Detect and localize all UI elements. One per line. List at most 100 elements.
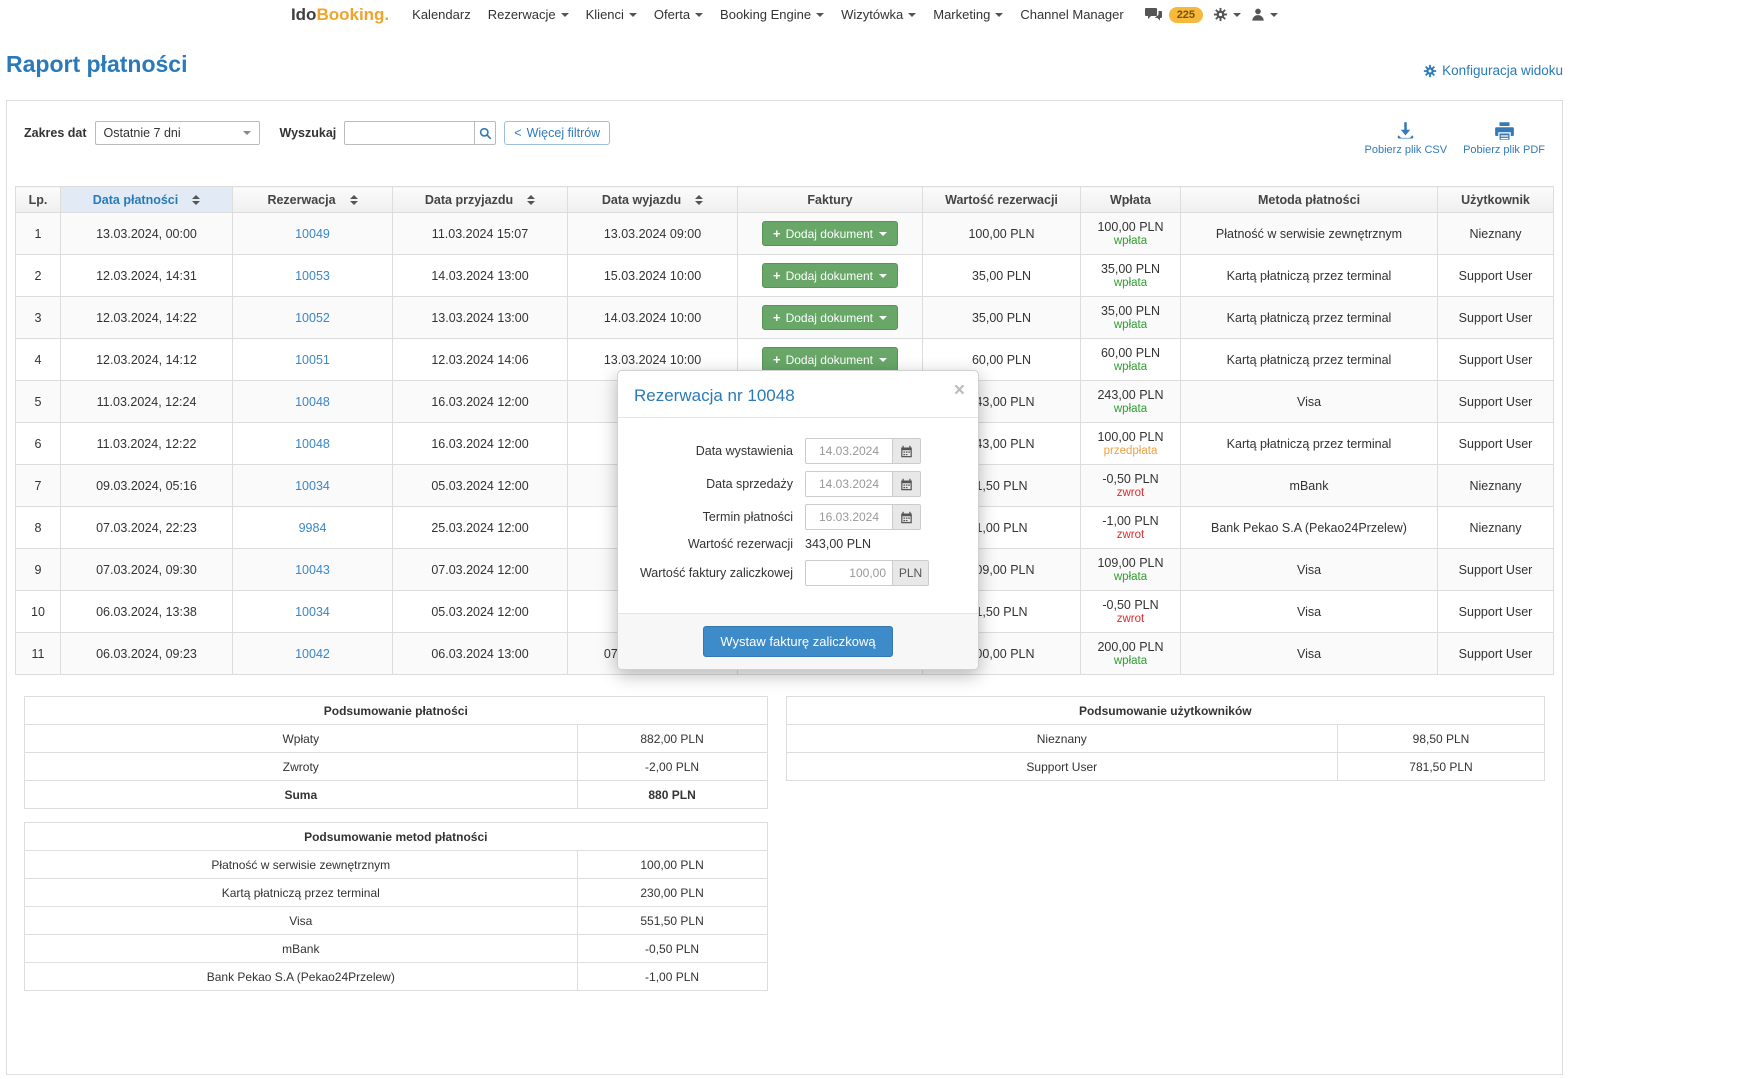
payment-method-cell: Bank Pekao S.A (Pekao24Przelew) xyxy=(1181,507,1438,549)
calendar-icon[interactable] xyxy=(893,504,921,530)
summary-value: 781,50 PLN xyxy=(1338,753,1545,781)
calendar-icon[interactable] xyxy=(893,471,921,497)
sale-date-input[interactable] xyxy=(805,471,893,497)
payment-amount: 35,00 PLN xyxy=(1081,304,1180,318)
table-row: 212.03.2024, 14:311005314.03.2024 13:001… xyxy=(16,255,1554,297)
print-pdf-button[interactable]: Pobierz plik PDF xyxy=(1463,121,1545,156)
payment-status: wpłata xyxy=(1081,319,1180,331)
sort-icon xyxy=(192,195,200,205)
departure-date-cell: 15.03.2024 10:00 xyxy=(568,255,738,297)
nav-item-marketing[interactable]: Marketing xyxy=(933,7,1003,22)
payment-method-cell: Płatność w serwisie zewnętrznym xyxy=(1181,213,1438,255)
payment-cell: 200,00 PLNwpłata xyxy=(1081,633,1181,675)
payment-method-cell: mBank xyxy=(1181,465,1438,507)
sort-icon xyxy=(695,195,703,205)
app-logo[interactable]: IdoBooking. xyxy=(291,5,389,25)
plus-icon: + xyxy=(773,226,781,241)
search-button[interactable] xyxy=(474,121,496,145)
settings-menu[interactable] xyxy=(1213,7,1241,22)
user-cell: Support User xyxy=(1438,339,1554,381)
nav-item-wizytówka[interactable]: Wizytówka xyxy=(841,7,916,22)
arrival-date-cell: 12.03.2024 14:06 xyxy=(393,339,568,381)
add-document-button[interactable]: +Dodaj dokument xyxy=(762,305,898,330)
payment-status: wpłata xyxy=(1081,571,1180,583)
download-csv-button[interactable]: Pobierz plik CSV xyxy=(1365,121,1448,156)
payment-cell: -0,50 PLNzwrot xyxy=(1081,591,1181,633)
payment-status: zwrot xyxy=(1081,613,1180,625)
reservation-cell: 10049 xyxy=(233,213,393,255)
row-number-cell: 7 xyxy=(16,465,61,507)
payment-method-cell: Visa xyxy=(1181,381,1438,423)
view-configuration-link[interactable]: Konfiguracja widoku xyxy=(1423,63,1563,78)
reservation-value-cell: 35,00 PLN xyxy=(923,297,1081,339)
reservation-link[interactable]: 10052 xyxy=(295,311,330,325)
column-header-rezerwacja[interactable]: Rezerwacja xyxy=(233,187,393,213)
calendar-icon[interactable] xyxy=(893,438,921,464)
payment-method-cell: Kartą płatniczą przez terminal xyxy=(1181,423,1438,465)
invoice-value-label: Wartość faktury zaliczkowej xyxy=(630,566,793,580)
table-row: 312.03.2024, 14:221005213.03.2024 13:001… xyxy=(16,297,1554,339)
row-number-cell: 11 xyxy=(16,633,61,675)
summary-label: mBank xyxy=(25,935,578,963)
reservation-link[interactable]: 10034 xyxy=(295,605,330,619)
reservation-link[interactable]: 10048 xyxy=(295,437,330,451)
nav-item-rezerwacje[interactable]: Rezerwacje xyxy=(488,7,569,22)
user-menu[interactable] xyxy=(1251,7,1278,22)
summary-value: 100,00 PLN xyxy=(577,851,767,879)
payment-status: zwrot xyxy=(1081,487,1180,499)
reservation-link[interactable]: 10034 xyxy=(295,479,330,493)
issue-date-input[interactable] xyxy=(805,438,893,464)
nav-item-channel-manager[interactable]: Channel Manager xyxy=(1020,7,1123,22)
reservation-link[interactable]: 9984 xyxy=(299,521,327,535)
issue-invoice-button[interactable]: Wystaw fakturę zaliczkową xyxy=(703,626,892,657)
more-filters-button[interactable]: < Więcej filtrów xyxy=(504,121,610,145)
column-header-data-płatności[interactable]: Data płatności xyxy=(61,187,233,213)
reservation-cell: 10034 xyxy=(233,465,393,507)
reservation-link[interactable]: 10049 xyxy=(295,227,330,241)
date-range-select[interactable]: Ostatnie 7 dni xyxy=(95,121,260,145)
column-header-data-przyjazdu[interactable]: Data przyjazdu xyxy=(393,187,568,213)
arrival-date-cell: 06.03.2024 13:00 xyxy=(393,633,568,675)
reservation-link[interactable]: 10048 xyxy=(295,395,330,409)
invoices-cell: +Dodaj dokument xyxy=(738,213,923,255)
payment-cell: 35,00 PLNwpłata xyxy=(1081,255,1181,297)
payment-amount: 100,00 PLN xyxy=(1081,430,1180,444)
nav-item-oferta[interactable]: Oferta xyxy=(654,7,703,22)
chevron-down-icon xyxy=(908,13,916,17)
add-document-button[interactable]: +Dodaj dokument xyxy=(762,347,898,372)
summary-row: Nieznany98,50 PLN xyxy=(786,725,1544,753)
payment-amount: 100,00 PLN xyxy=(1081,220,1180,234)
payment-date-cell: 06.03.2024, 09:23 xyxy=(61,633,233,675)
payment-method-cell: Visa xyxy=(1181,591,1438,633)
add-document-button[interactable]: +Dodaj dokument xyxy=(762,221,898,246)
row-number-cell: 1 xyxy=(16,213,61,255)
payment-term-label: Termin płatności xyxy=(630,510,793,524)
reservation-link[interactable]: 10042 xyxy=(295,647,330,661)
nav-item-kalendarz[interactable]: Kalendarz xyxy=(412,7,471,22)
payment-date-cell: 13.03.2024, 00:00 xyxy=(61,213,233,255)
add-document-button[interactable]: +Dodaj dokument xyxy=(762,263,898,288)
invoice-value-input[interactable] xyxy=(805,560,893,586)
chevron-down-icon xyxy=(879,316,887,320)
chevron-down-icon xyxy=(561,13,569,17)
chevron-down-icon xyxy=(629,13,637,17)
messages-count-badge[interactable]: 225 xyxy=(1169,7,1203,23)
payment-term-input[interactable] xyxy=(805,504,893,530)
close-icon[interactable]: × xyxy=(954,381,965,400)
nav-item-klienci[interactable]: Klienci xyxy=(586,7,637,22)
user-cell: Nieznany xyxy=(1438,465,1554,507)
users-summary-table: Podsumowanie użytkownikówNieznany98,50 P… xyxy=(786,696,1545,781)
reservation-link[interactable]: 10043 xyxy=(295,563,330,577)
user-cell: Support User xyxy=(1438,423,1554,465)
payment-amount: -0,50 PLN xyxy=(1081,472,1180,486)
search-input[interactable] xyxy=(344,121,474,145)
summary-label: Płatność w serwisie zewnętrznym xyxy=(25,851,578,879)
reservation-link[interactable]: 10053 xyxy=(295,269,330,283)
chevron-down-icon xyxy=(879,232,887,236)
summary-row: Bank Pekao S.A (Pekao24Przelew)-1,00 PLN xyxy=(25,963,768,991)
payment-status: wpłata xyxy=(1081,361,1180,373)
reservation-link[interactable]: 10051 xyxy=(295,353,330,367)
messages-icon[interactable] xyxy=(1145,7,1163,23)
nav-item-booking-engine[interactable]: Booking Engine xyxy=(720,7,824,22)
column-header-data-wyjazdu[interactable]: Data wyjazdu xyxy=(568,187,738,213)
